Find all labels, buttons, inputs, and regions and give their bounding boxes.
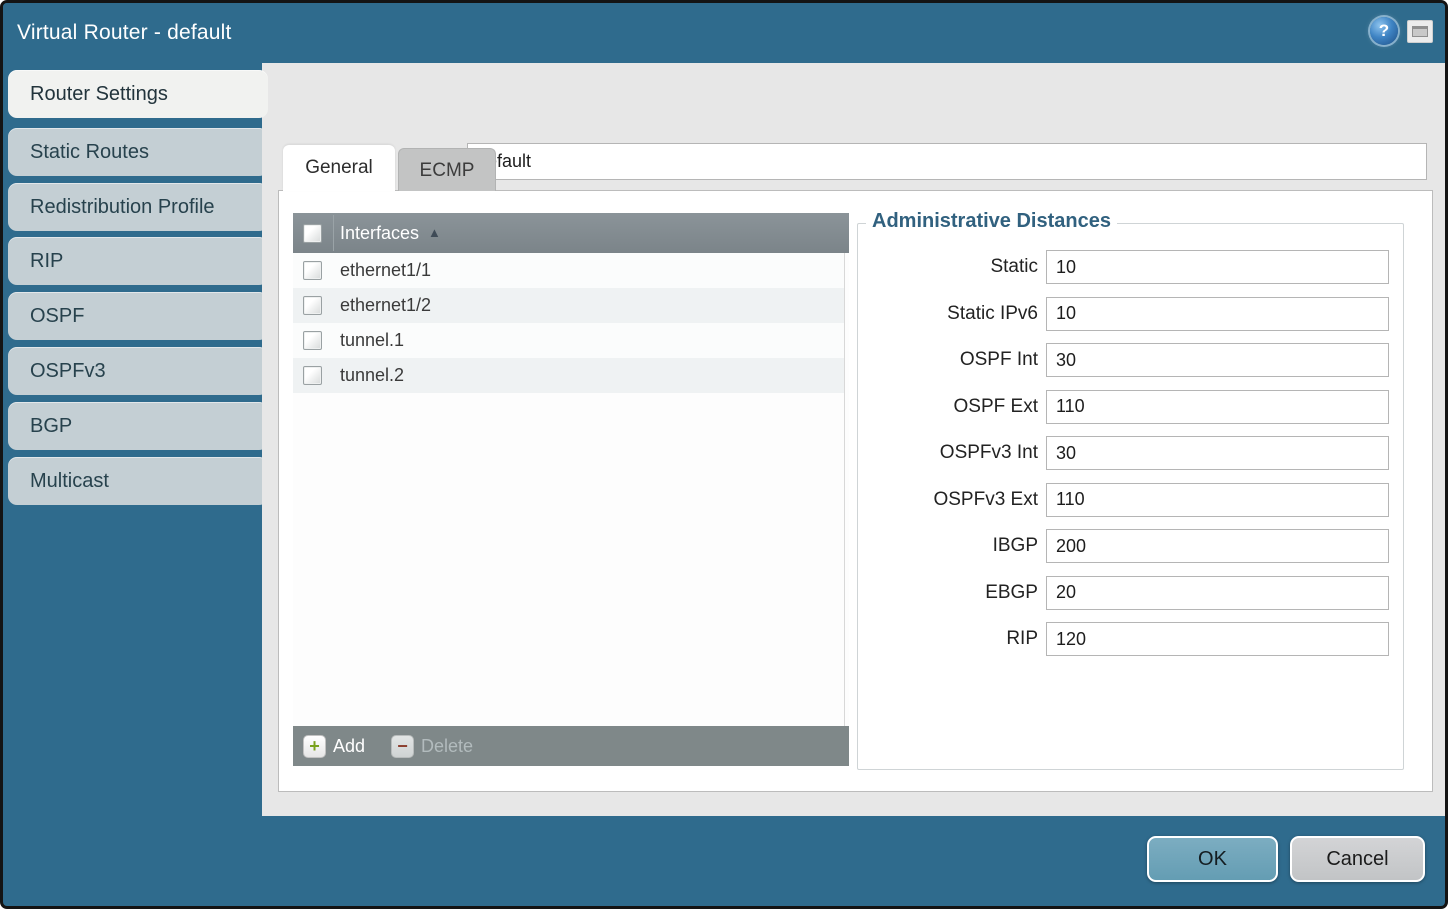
minus-icon: − (391, 735, 414, 758)
interface-name: tunnel.2 (340, 365, 404, 386)
field-row: IBGP (858, 529, 1403, 563)
ospf-ext-label: OSPF Ext (858, 396, 1046, 418)
interfaces-column-header[interactable]: Interfaces ▲ (293, 213, 849, 253)
ospfv3-int-input[interactable] (1046, 436, 1389, 470)
static-ipv6-input[interactable] (1046, 297, 1389, 331)
sidebar-item-rip[interactable]: RIP (8, 237, 268, 285)
table-scrollbar[interactable] (844, 253, 849, 726)
rip-input[interactable] (1046, 622, 1389, 656)
delete-button[interactable]: − Delete (391, 735, 473, 758)
ospfv3-ext-input[interactable] (1046, 483, 1389, 517)
sidebar-item-redistribution-profile[interactable]: Redistribution Profile (8, 183, 268, 231)
router-settings-panel: Name General ECMP Interfaces ▲ ethernet1… (262, 63, 1445, 816)
ospf-ext-input[interactable] (1046, 390, 1389, 424)
field-row: OSPF Ext (858, 390, 1403, 424)
field-row: OSPFv3 Int (858, 436, 1403, 470)
ospfv3-ext-label: OSPFv3 Ext (858, 489, 1046, 511)
row-checkbox[interactable] (303, 331, 322, 350)
static-ipv6-label: Static IPv6 (858, 303, 1046, 325)
interface-name: ethernet1/1 (340, 260, 431, 281)
sort-ascending-icon: ▲ (428, 213, 441, 253)
rip-label: RIP (858, 628, 1046, 650)
field-row: Static IPv6 (858, 297, 1403, 331)
ospf-int-input[interactable] (1046, 343, 1389, 377)
static-label: Static (858, 256, 1046, 278)
window-pane-glyph (1412, 26, 1428, 37)
static-input[interactable] (1046, 250, 1389, 284)
field-row: RIP (858, 622, 1403, 656)
column-separator (333, 215, 334, 251)
ospf-int-label: OSPF Int (858, 349, 1046, 371)
sidebar-item-multicast[interactable]: Multicast (8, 457, 268, 505)
sidebar-item-static-routes[interactable]: Static Routes (8, 128, 268, 176)
administrative-distances-fieldset: Administrative Distances Static Static I… (857, 223, 1404, 770)
add-button-label: Add (333, 736, 365, 757)
restore-window-icon[interactable] (1407, 20, 1433, 43)
ebgp-input[interactable] (1046, 576, 1389, 610)
administrative-distances-rows: Static Static IPv6 OSPF Int OSPF Ext (858, 250, 1403, 656)
dialog-title: Virtual Router - default (17, 3, 232, 63)
sidebar-item-bgp[interactable]: BGP (8, 402, 268, 450)
add-button[interactable]: + Add (303, 735, 365, 758)
row-checkbox[interactable] (303, 366, 322, 385)
interface-name: tunnel.1 (340, 330, 404, 351)
administrative-distances-legend: Administrative Distances (866, 210, 1117, 233)
table-footer-toolbar: + Add − Delete (293, 726, 849, 766)
row-checkbox[interactable] (303, 261, 322, 280)
tab-general[interactable]: General (283, 145, 395, 191)
interfaces-rows: ethernet1/1 ethernet1/2 tunnel.1 tunnel.… (293, 253, 849, 726)
virtual-router-dialog: Virtual Router - default ? Router Settin… (0, 0, 1448, 909)
delete-button-label: Delete (421, 736, 473, 757)
ok-button[interactable]: OK (1147, 836, 1278, 882)
sidebar-item-ospfv3[interactable]: OSPFv3 (8, 347, 268, 395)
field-row: OSPFv3 Ext (858, 483, 1403, 517)
question-mark-glyph: ? (1379, 21, 1389, 40)
table-row[interactable]: tunnel.2 (293, 358, 849, 393)
tab-ecmp[interactable]: ECMP (398, 148, 496, 191)
field-row: EBGP (858, 576, 1403, 610)
table-row[interactable]: ethernet1/1 (293, 253, 849, 288)
table-row[interactable]: tunnel.1 (293, 323, 849, 358)
ospfv3-int-label: OSPFv3 Int (858, 442, 1046, 464)
interfaces-header-label: Interfaces (340, 223, 419, 244)
field-row: OSPF Int (858, 343, 1403, 377)
cancel-button[interactable]: Cancel (1290, 836, 1425, 882)
table-row[interactable]: ethernet1/2 (293, 288, 849, 323)
title-bar: Virtual Router - default ? (3, 3, 1445, 63)
sidebar-item-ospf[interactable]: OSPF (8, 292, 268, 340)
ibgp-label: IBGP (858, 535, 1046, 557)
ibgp-input[interactable] (1046, 529, 1389, 563)
interface-name: ethernet1/2 (340, 295, 431, 316)
general-tab-content: Interfaces ▲ ethernet1/1 ethernet1/2 tun… (278, 190, 1433, 792)
help-icon[interactable]: ? (1370, 17, 1398, 45)
field-row: Static (858, 250, 1403, 284)
sidebar-item-router-settings[interactable]: Router Settings (8, 70, 268, 118)
row-checkbox[interactable] (303, 296, 322, 315)
interfaces-table: Interfaces ▲ ethernet1/1 ethernet1/2 tun… (293, 213, 849, 766)
plus-icon: + (303, 735, 326, 758)
name-input[interactable] (467, 143, 1427, 180)
ebgp-label: EBGP (858, 582, 1046, 604)
select-all-checkbox[interactable] (303, 224, 322, 243)
